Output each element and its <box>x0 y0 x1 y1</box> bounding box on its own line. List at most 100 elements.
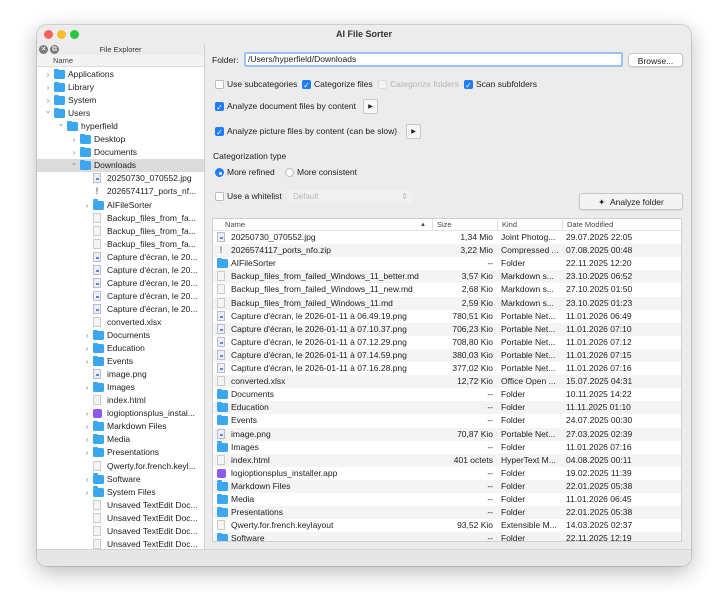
tree-item[interactable]: › Events <box>37 355 204 368</box>
tree-item[interactable]: Backup_files_from_fa... <box>37 212 204 225</box>
table-row[interactable]: image.png 70,87 Kio Portable Net... 27.03.2… <box>213 427 681 441</box>
tree-item[interactable]: Capture d'écran, le 20... <box>37 303 204 316</box>
tree-item[interactable]: › Applications <box>37 68 204 81</box>
folder-path-input[interactable]: /Users/hyperfield/Downloads <box>244 52 623 67</box>
tree-item[interactable]: › Desktop <box>37 133 204 146</box>
tree-item[interactable]: Unsaved TextEdit Doc... <box>37 538 204 549</box>
tree-item[interactable]: Backup_files_from_fa... <box>37 225 204 238</box>
file-tree[interactable]: › Applications › Library › System ⌄ Users ⌄ hyper… <box>37 67 204 549</box>
table-row[interactable]: logioptionsplus_installer.app -- Folder 19.… <box>213 467 681 480</box>
float-panel-icon[interactable]: ⧉ <box>50 45 59 54</box>
tree-item[interactable]: Unsaved TextEdit Doc... <box>37 499 204 512</box>
use-subcategories-checkbox[interactable] <box>215 80 224 89</box>
tree-item[interactable]: Capture d'écran, le 20... <box>37 290 204 303</box>
use-whitelist-checkbox[interactable] <box>215 192 224 201</box>
chevron-right-icon[interactable]: › <box>83 407 91 420</box>
tree-item[interactable]: Capture d'écran, le 20... <box>37 251 204 264</box>
table-row[interactable]: Capture d'écran, le 2026-01-11 à 07.12.2… <box>213 336 681 349</box>
column-header-kind[interactable]: Kind <box>497 219 562 231</box>
chevron-right-icon[interactable]: › <box>83 342 91 355</box>
table-row[interactable]: Images -- Folder 11.01.2026 07:16 <box>213 441 681 454</box>
chevron-right-icon[interactable]: › <box>83 199 91 212</box>
chevron-right-icon[interactable]: › <box>44 68 52 81</box>
tree-item[interactable]: › Markdown Files <box>37 420 204 433</box>
chevron-right-icon[interactable]: › <box>83 329 91 342</box>
tree-item[interactable]: 20250730_070552.jpg <box>37 172 204 185</box>
close-window-button[interactable] <box>44 30 53 39</box>
tree-item[interactable]: › AIFileSorter <box>37 199 204 212</box>
tree-item[interactable]: › Documents <box>37 329 204 342</box>
table-row[interactable]: Backup_files_from_failed_Windows_11.md 2,… <box>213 296 681 310</box>
tree-item[interactable]: › Images <box>37 381 204 394</box>
tree-item[interactable]: › Media <box>37 433 204 446</box>
table-row[interactable]: Capture d'écran, le 2026-01-11 à 07.10.3… <box>213 322 681 336</box>
chevron-right-icon[interactable]: › <box>83 355 91 368</box>
close-panel-icon[interactable]: ✕ <box>39 45 48 54</box>
table-row[interactable]: ! 2026574117_ports_nfo.zip 3,22 Mio Compres… <box>213 244 681 258</box>
zoom-window-button[interactable] <box>70 30 79 39</box>
table-row[interactable]: AIFileSorter -- Folder 22.11.2025 12:20 <box>213 257 681 270</box>
table-row[interactable]: Presentations -- Folder 22.01.2025 05:38 <box>213 506 681 520</box>
tree-item[interactable]: Qwerty.for.french.keyl... <box>37 460 204 473</box>
chevron-right-icon[interactable]: › <box>83 486 91 499</box>
tree-column-name[interactable]: Name <box>37 55 204 67</box>
column-header-name[interactable]: Name ▲ <box>219 219 432 231</box>
tree-item[interactable]: › Software <box>37 473 204 486</box>
column-header-date[interactable]: Date Modified <box>562 219 681 231</box>
table-row[interactable]: Qwerty.for.french.keylayout 93,52 Kio Exte… <box>213 519 681 532</box>
tree-item[interactable]: › System Files <box>37 486 204 499</box>
table-row[interactable]: Backup_files_from_failed_Windows_11_bett… <box>213 270 681 284</box>
table-row[interactable]: Backup_files_from_failed_Windows_11_new.… <box>213 283 681 296</box>
categorize-files-checkbox[interactable]: ✓ <box>302 80 311 90</box>
chevron-down-icon[interactable]: ⌄ <box>70 156 78 169</box>
tree-item[interactable]: Backup_files_from_fa... <box>37 238 204 251</box>
tree-item[interactable]: index.html <box>37 394 204 407</box>
tree-item[interactable]: › Library <box>37 81 204 94</box>
tree-item[interactable]: › logioptionsplus_instal... <box>37 407 204 420</box>
minimize-window-button[interactable] <box>57 30 66 39</box>
tree-item[interactable]: › Documents <box>37 146 204 159</box>
table-row[interactable]: Capture d'écran, le 2026-01-11 à 07.14.5… <box>213 348 681 362</box>
tree-item[interactable]: Unsaved TextEdit Doc... <box>37 525 204 538</box>
tree-item[interactable]: image.png <box>37 368 204 381</box>
tree-item[interactable]: › Education <box>37 342 204 355</box>
chevron-down-icon[interactable]: ⌄ <box>44 104 52 117</box>
picture-options-expand-button[interactable]: ▶ <box>406 124 421 139</box>
table-row[interactable]: Markdown Files -- Folder 22.01.2025 05:38 <box>213 479 681 493</box>
chevron-right-icon[interactable]: › <box>83 420 91 433</box>
column-header-size[interactable]: Size <box>432 219 497 231</box>
table-row[interactable]: Media -- Folder 11.01.2026 06:45 <box>213 493 681 506</box>
browse-button[interactable]: Browse... <box>628 53 683 67</box>
table-row[interactable]: Capture d'écran, le 2026-01-11 à 06.49.1… <box>213 310 681 323</box>
chevron-right-icon[interactable]: › <box>83 433 91 446</box>
table-row[interactable]: Events -- Folder 24.07.2025 00:30 <box>213 414 681 427</box>
chevron-right-icon[interactable]: › <box>83 381 91 394</box>
chevron-right-icon[interactable]: › <box>44 81 52 94</box>
table-row[interactable]: 20250730_070552.jpg 1,34 Mio Joint Photog.… <box>213 231 681 244</box>
table-row[interactable]: Education -- Folder 11.11.2025 01:10 <box>213 401 681 415</box>
table-row[interactable]: Software -- Folder 22.11.2025 12:19 <box>213 532 681 541</box>
tree-item[interactable]: ! 2026574117_ports_nf... <box>37 185 204 198</box>
tree-item[interactable]: › System <box>37 94 204 107</box>
tree-item[interactable]: converted.xlsx <box>37 316 204 329</box>
chevron-right-icon[interactable]: › <box>83 446 91 459</box>
tree-item[interactable]: ⌄ hyperfield <box>37 117 204 133</box>
table-row[interactable]: index.html 401 octets HyperText M... 04.08.… <box>213 453 681 467</box>
scan-subfolders-checkbox[interactable]: ✓ <box>464 80 473 90</box>
chevron-right-icon[interactable]: › <box>83 473 91 486</box>
chevron-down-icon[interactable]: ⌄ <box>57 117 65 130</box>
analyze-pictures-checkbox[interactable]: ✓ <box>215 127 224 137</box>
analyze-documents-checkbox[interactable]: ✓ <box>215 102 224 112</box>
table-row[interactable]: converted.xlsx 12,72 Kio Office Open ... 15… <box>213 375 681 389</box>
tree-item[interactable]: ⌄ Downloads <box>37 156 204 173</box>
more-consistent-radio[interactable] <box>285 168 294 177</box>
analyze-folder-button[interactable]: ✦ Analyze folder <box>579 193 683 210</box>
more-refined-radio[interactable] <box>215 168 224 177</box>
table-row[interactable]: Documents -- Folder 10.11.2025 14:22 <box>213 388 681 401</box>
document-options-expand-button[interactable]: ▶ <box>363 99 378 114</box>
table-row[interactable]: Capture d'écran, le 2026-01-11 à 07.16.2… <box>213 362 681 375</box>
tree-item[interactable]: Unsaved TextEdit Doc... <box>37 512 204 525</box>
chevron-right-icon[interactable]: › <box>70 133 78 146</box>
tree-item[interactable]: Capture d'écran, le 20... <box>37 277 204 290</box>
tree-item[interactable]: › Presentations <box>37 446 204 459</box>
